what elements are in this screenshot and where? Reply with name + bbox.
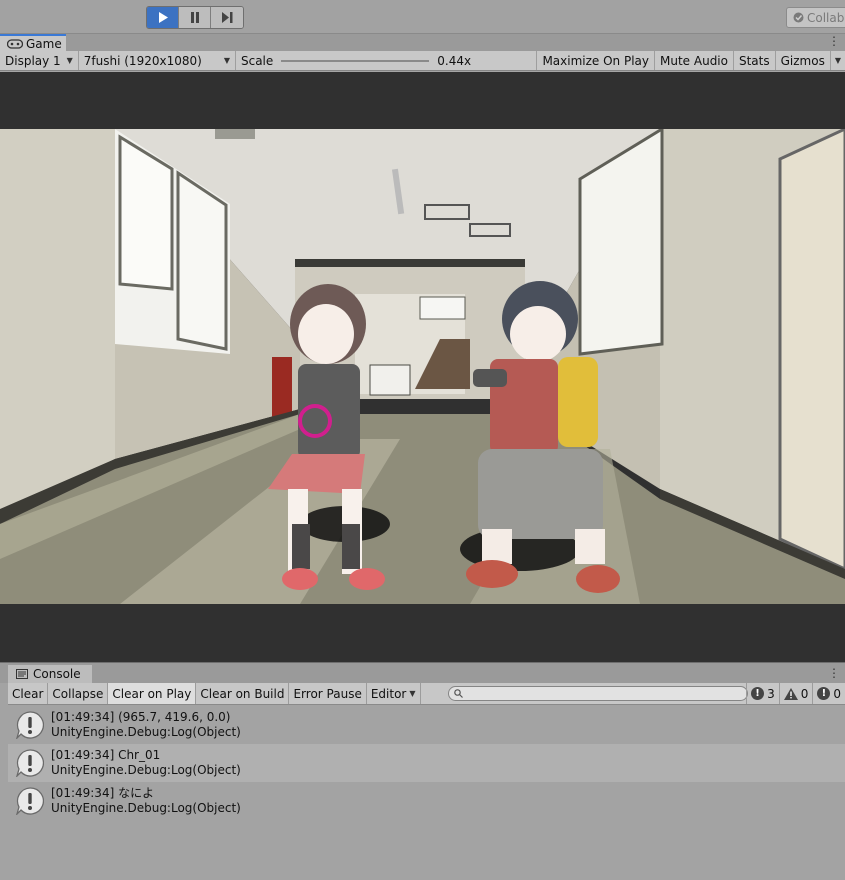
clear-label: Clear [12, 686, 44, 701]
scale-label: Scale [240, 53, 274, 68]
collab-button[interactable]: Collab [786, 7, 845, 28]
info-message-icon [16, 749, 44, 777]
warning-count-toggle[interactable]: 0 [778, 683, 813, 704]
log-message: [01:49:34] なによ [51, 786, 155, 800]
console-icon [16, 669, 28, 679]
gamepad-icon [7, 38, 23, 49]
game-view-toolbar: Display 1 ▼ 7fushi (1920x1080) ▼ Scale 0… [0, 51, 845, 71]
game-scene [0, 129, 845, 604]
scale-slider[interactable] [281, 59, 430, 62]
tab-console-label: Console [33, 667, 81, 681]
editor-label: Editor [370, 686, 407, 701]
scale-value: 0.44x [437, 53, 472, 68]
tab-game[interactable]: Game [0, 34, 66, 51]
display-dropdown[interactable]: Display 1 ▼ [0, 51, 79, 70]
clear-on-build-label: Clear on Build [200, 686, 285, 701]
maximize-on-play-toggle[interactable]: Maximize On Play [537, 51, 656, 70]
game-viewport[interactable] [0, 72, 845, 662]
clear-on-build-toggle[interactable]: Clear on Build [196, 683, 290, 704]
main-toolbar: Collab [0, 0, 845, 34]
warning-icon [783, 687, 798, 700]
log-count-toggle[interactable]: ! 3 [746, 683, 779, 704]
console-tab-bar: Console ⋮ [0, 663, 845, 683]
display-label: Display 1 [5, 53, 61, 68]
gizmos-toggle[interactable]: Gizmos [776, 51, 831, 70]
error-icon: ! [817, 687, 831, 700]
collab-label: Collab [807, 10, 845, 25]
console-counters: ! 3 0 ! 0 [746, 683, 845, 704]
play-icon [158, 12, 168, 23]
game-tab-bar: Game ⋮ [0, 34, 845, 51]
step-button[interactable] [211, 7, 243, 28]
error-pause-toggle[interactable]: Error Pause [289, 683, 367, 704]
play-button[interactable] [147, 7, 179, 28]
info-message-icon [16, 787, 44, 815]
console-search-input[interactable] [448, 686, 748, 701]
stats-toggle[interactable]: Stats [734, 51, 776, 70]
step-icon [221, 12, 232, 23]
error-count: 0 [833, 686, 841, 701]
stats-label: Stats [738, 53, 770, 68]
clear-on-play-toggle[interactable]: Clear on Play [108, 683, 197, 704]
console-toolbar: Clear Collapse Clear on Play Clear on Bu… [8, 683, 845, 705]
pause-icon [190, 12, 199, 23]
gizmos-label: Gizmos [780, 53, 825, 68]
console-panel: Console ⋮ Clear Collapse Clear on Play C… [0, 662, 845, 880]
error-count-toggle[interactable]: ! 0 [812, 683, 845, 704]
error-pause-label: Error Pause [293, 686, 362, 701]
info-message-icon [16, 711, 44, 739]
list-item[interactable]: [01:49:34] (965.7, 419.6, 0.0) UnityEngi… [8, 706, 845, 744]
collapse-label: Collapse [52, 686, 104, 701]
list-item[interactable]: [01:49:34] Chr_01 UnityEngine.Debug:Log(… [8, 744, 845, 782]
tab-console[interactable]: Console [8, 665, 92, 683]
resolution-label: 7fushi (1920x1080) [83, 53, 202, 68]
mute-label: Mute Audio [660, 53, 728, 68]
log-message: [01:49:34] (965.7, 419.6, 0.0) [51, 710, 231, 724]
log-trace: UnityEngine.Debug:Log(Object) [51, 725, 241, 739]
tab-game-label: Game [26, 36, 62, 51]
log-trace: UnityEngine.Debug:Log(Object) [51, 763, 241, 777]
chevron-down-icon: ▼ [66, 56, 73, 65]
mute-audio-toggle[interactable]: Mute Audio [655, 51, 734, 70]
clear-button[interactable]: Clear [8, 683, 49, 704]
collapse-toggle[interactable]: Collapse [48, 683, 109, 704]
list-item[interactable]: [01:49:34] なによ UnityEngine.Debug:Log(Obj… [8, 782, 845, 820]
playback-controls [146, 6, 244, 29]
gizmos-dropdown[interactable]: ▼ [831, 51, 845, 70]
editor-dropdown[interactable]: Editor ▼ [367, 683, 421, 704]
log-message: [01:49:34] Chr_01 [51, 748, 161, 762]
checkmark-icon [793, 12, 804, 23]
warning-count: 0 [800, 686, 809, 701]
chevron-down-icon: ▼ [409, 689, 416, 698]
pause-button[interactable] [179, 7, 211, 28]
console-menu-icon[interactable]: ⋮ [828, 666, 840, 680]
console-log-list: [01:49:34] (965.7, 419.6, 0.0) UnityEngi… [8, 706, 845, 820]
maximize-label: Maximize On Play [542, 53, 650, 68]
log-count: 3 [767, 686, 775, 701]
game-menu-icon[interactable]: ⋮ [828, 34, 840, 48]
chevron-down-icon: ▼ [834, 56, 841, 65]
clear-on-play-label: Clear on Play [112, 686, 192, 701]
info-icon: ! [751, 687, 765, 700]
chevron-down-icon: ▼ [223, 56, 230, 65]
resolution-dropdown[interactable]: 7fushi (1920x1080) ▼ [79, 51, 236, 70]
log-trace: UnityEngine.Debug:Log(Object) [51, 801, 241, 815]
search-icon [454, 689, 463, 698]
scale-control: Scale 0.44x [236, 51, 538, 70]
